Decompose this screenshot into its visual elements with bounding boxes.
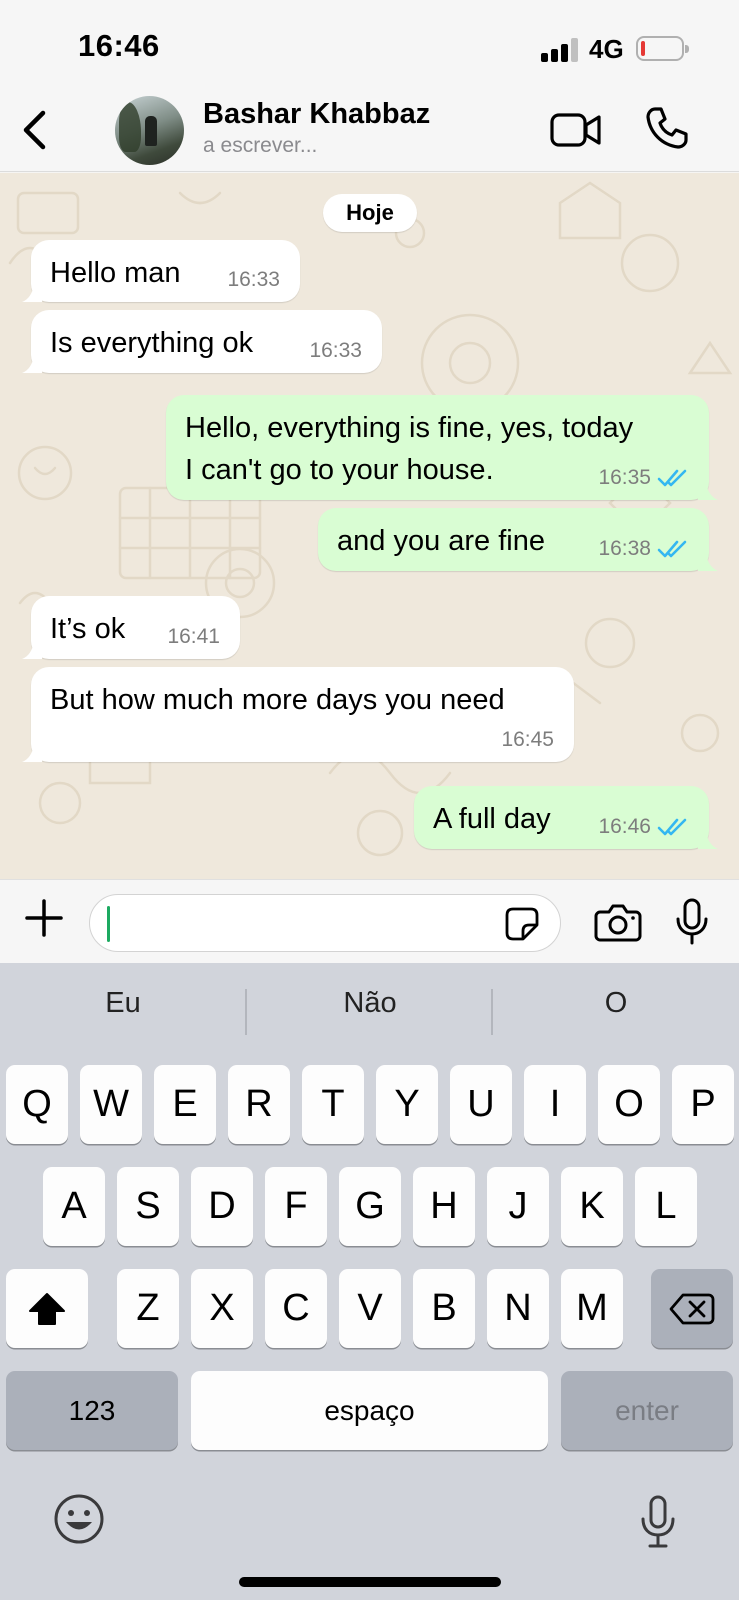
shift-key[interactable] [6,1269,88,1348]
chat-header: Bashar Khabbaz a escrever... [0,90,739,172]
key-q[interactable]: Q [6,1065,68,1144]
voice-call-icon[interactable] [645,106,689,150]
text-caret [107,906,110,942]
suggestion-bar: Eu Não O [0,963,739,1063]
key-p[interactable]: P [672,1065,734,1144]
message-text: It’s ok [50,613,126,645]
chat-area[interactable]: Hoje Hello man 16:33 Is everything ok 16… [0,173,739,879]
message-bubble-outgoing[interactable]: A full day 16:46 [414,786,718,849]
backspace-icon [669,1293,715,1324]
emoji-icon[interactable] [53,1493,105,1545]
message-time: 16:33 [227,268,280,291]
message-time: 16:33 [309,339,362,362]
network-type: 4G [589,34,624,64]
message-text: Is everything ok [50,327,254,359]
message-bubble-outgoing[interactable]: and you are fine 16:38 [318,508,718,571]
suggestion-item[interactable]: O [493,987,739,1020]
status-time: 16:46 [78,28,160,63]
key-u[interactable]: U [450,1065,512,1144]
back-button[interactable] [14,108,54,152]
message-input[interactable] [89,894,561,952]
sticker-icon[interactable] [504,906,540,942]
message-time: 16:45 [501,728,554,751]
message-bubble-outgoing[interactable]: Hello, everything is fine, yes, today I … [166,395,718,500]
message-text: Hello, everything is fine, yes, today I … [185,412,634,486]
numbers-key[interactable]: 123 [6,1371,178,1450]
back-chevron-icon [23,110,46,150]
key-x[interactable]: X [191,1269,253,1348]
suggestion-item[interactable]: Não [247,987,493,1020]
key-b[interactable]: B [413,1269,475,1348]
key-w[interactable]: W [80,1065,142,1144]
enter-key[interactable]: enter [561,1371,733,1450]
read-receipt-icon [657,818,687,836]
suggestion-item[interactable]: Eu [0,987,246,1020]
key-c[interactable]: C [265,1269,327,1348]
key-o[interactable]: O [598,1065,660,1144]
message-time: 16:46 [598,815,651,838]
contact-name[interactable]: Bashar Khabbaz [203,98,430,131]
key-f[interactable]: F [265,1167,327,1246]
message-text: But how much more days you need [50,684,505,716]
message-bubble-incoming[interactable]: Hello man 16:33 [22,240,300,302]
space-key[interactable]: espaço [191,1371,548,1450]
camera-icon[interactable] [594,902,642,942]
dictation-mic-icon[interactable] [640,1495,676,1549]
message-time: 16:41 [167,625,220,648]
shift-icon [29,1292,65,1325]
microphone-icon[interactable] [675,898,709,946]
key-t[interactable]: T [302,1065,364,1144]
key-i[interactable]: I [524,1065,586,1144]
cellular-signal-icon [541,38,579,62]
key-h[interactable]: H [413,1167,475,1246]
plus-icon[interactable] [24,898,64,938]
message-bubble-incoming[interactable]: But how much more days you need 16:45 [22,667,574,762]
key-s[interactable]: S [117,1167,179,1246]
key-e[interactable]: E [154,1065,216,1144]
contact-avatar[interactable] [115,96,184,165]
key-d[interactable]: D [191,1167,253,1246]
message-composer [0,879,739,963]
home-indicator[interactable] [239,1577,501,1587]
key-g[interactable]: G [339,1167,401,1246]
typing-status: a escrever... [203,134,318,157]
key-y[interactable]: Y [376,1065,438,1144]
key-m[interactable]: M [561,1269,623,1348]
date-separator: Hoje [323,194,417,232]
video-call-icon[interactable] [550,110,602,150]
read-receipt-icon [657,540,687,558]
message-text: and you are fine [337,525,545,557]
key-l[interactable]: L [635,1167,697,1246]
message-time: 16:38 [598,537,651,560]
key-j[interactable]: J [487,1167,549,1246]
key-r[interactable]: R [228,1065,290,1144]
battery-level [641,41,645,56]
keyboard: Eu Não O Q W E R T Y U I O P A S D F G H… [0,963,739,1600]
backspace-key[interactable] [651,1269,733,1348]
key-n[interactable]: N [487,1269,549,1348]
key-k[interactable]: K [561,1167,623,1246]
message-bubble-incoming[interactable]: Is everything ok 16:33 [22,310,382,373]
message-bubble-incoming[interactable]: It’s ok 16:41 [22,596,240,659]
battery-icon [636,36,689,61]
status-bar: 16:46 4G [0,0,739,90]
message-text: A full day [433,803,551,835]
message-time: 16:35 [598,466,651,489]
key-z[interactable]: Z [117,1269,179,1348]
key-v[interactable]: V [339,1269,401,1348]
key-a[interactable]: A [43,1167,105,1246]
read-receipt-icon [657,469,687,487]
message-text: Hello man [50,257,181,289]
